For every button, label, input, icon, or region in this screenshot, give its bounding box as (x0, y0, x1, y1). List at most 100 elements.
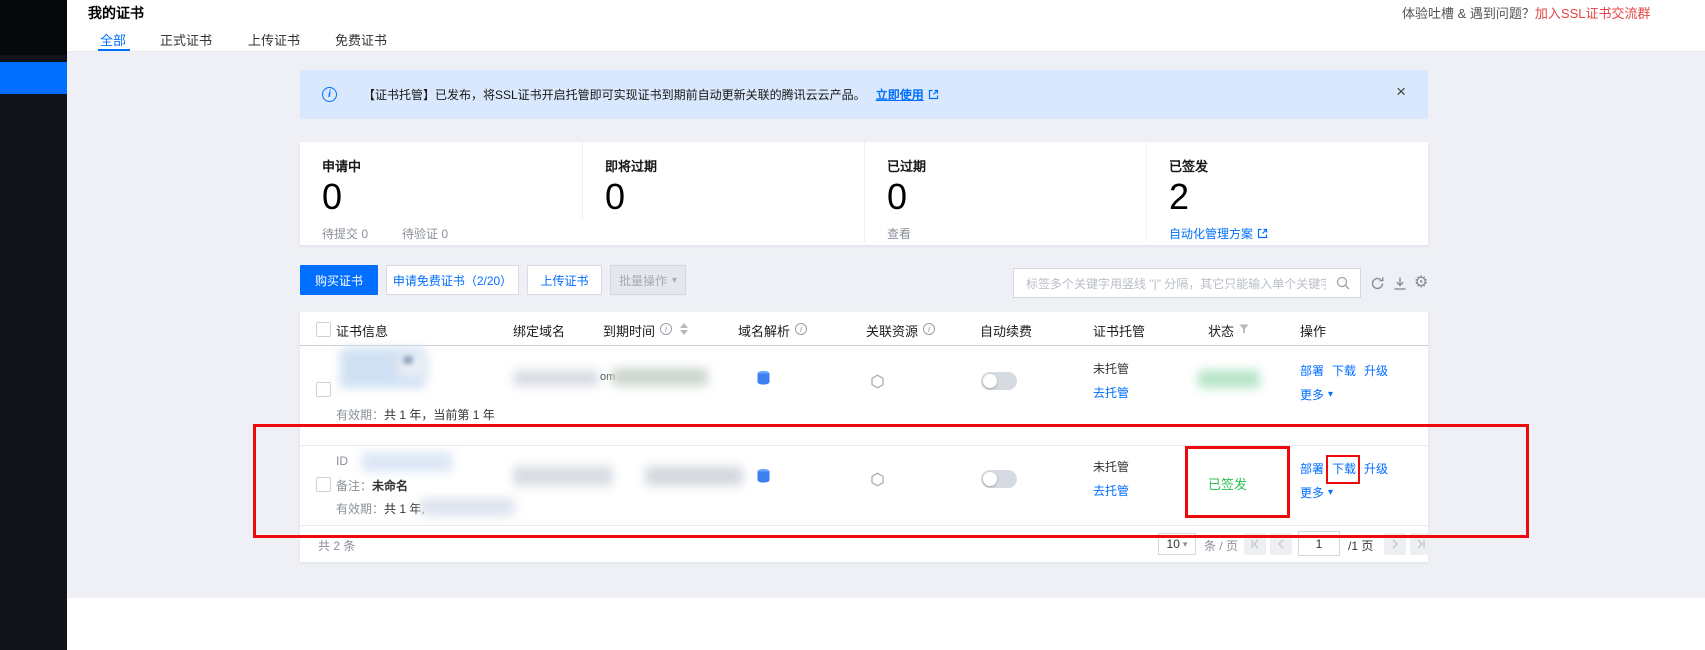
tab-all[interactable]: 全部 (100, 30, 126, 49)
hosting-action-link[interactable]: 去托管 (1093, 384, 1129, 401)
banner-text: 【证书托管】已发布，将SSL证书开启托管即可实现证书到期前自动更新关联的腾讯云云… (363, 86, 866, 103)
upload-cert-button[interactable]: 上传证书 (527, 265, 602, 295)
caret-down-icon: ▾ (672, 275, 677, 286)
stat-value: 2 (1169, 175, 1428, 219)
stat-label: 即将过期 (605, 156, 864, 175)
row-actions: 部署 下载 升级 (1300, 460, 1388, 477)
deploy-link[interactable]: 部署 (1300, 460, 1324, 477)
download-link[interactable]: 下载 (1332, 362, 1356, 379)
page-title: 我的证书 (88, 3, 144, 23)
status-issued: 已签发 (1208, 474, 1247, 493)
cert-table-row-1: 有效期： 共 1 年，当前第 1 年 om 未托管 去托管 部署 下载 升级 (300, 346, 1428, 446)
id-label: ID (336, 454, 348, 468)
buy-cert-button[interactable]: 购买证书 (300, 265, 378, 295)
ssl-console-screen: 我的证书 体验吐槽 & 遇到问题？ 加入SSL证书交流群 全部 正式证书 上传证… (0, 0, 1705, 650)
col-header-actions: 操作 (1300, 321, 1326, 340)
hosting-action-link[interactable]: 去托管 (1093, 482, 1129, 499)
select-all-checkbox[interactable] (316, 322, 331, 337)
hosting-banner: i 【证书托管】已发布，将SSL证书开启托管即可实现证书到期前自动更新关联的腾讯… (300, 70, 1428, 119)
hosting-status: 未托管 (1093, 458, 1129, 475)
more-menu[interactable]: 更多 ▾ (1300, 484, 1333, 501)
upgrade-link[interactable]: 升级 (1364, 460, 1388, 477)
stat-view-link[interactable]: 查看 (887, 225, 911, 242)
stat-expired: 已过期 0 查看 (864, 142, 1146, 242)
col-header-domain: 绑定域名 (513, 321, 565, 340)
gear-icon[interactable]: ⚙ (1414, 272, 1428, 291)
feedback-text: 体验吐槽 & 遇到问题？ (1402, 3, 1535, 22)
batch-actions-button[interactable]: 批量操作 ▾ (610, 265, 686, 295)
caret-down-icon: ▾ (1328, 487, 1333, 498)
page-size-select[interactable]: 10 ▾ (1158, 533, 1196, 555)
redacted-validity (420, 498, 515, 516)
tab-formal-certs[interactable]: 正式证书 (160, 30, 212, 49)
info-circle-icon[interactable]: i (660, 323, 672, 335)
first-page-button[interactable] (1244, 533, 1266, 555)
sidebar (0, 0, 67, 650)
cert-table: 证书信息 绑定域名 到期时间 i 域名解析 i 关联资源 i 自动续费 证书托管… (300, 312, 1428, 562)
banner-close-icon[interactable]: × (1396, 83, 1406, 100)
col-header-hosting: 证书托管 (1093, 321, 1145, 340)
tab-free-certs[interactable]: 免费证书 (335, 30, 387, 49)
sidebar-top-strip (0, 0, 67, 55)
feedback-join-link[interactable]: 加入SSL证书交流群 (1535, 3, 1651, 22)
sidebar-item-active[interactable] (0, 62, 67, 94)
validity-line: 有效期： 共 1 年, (336, 500, 425, 517)
info-circle-icon[interactable]: i (795, 323, 807, 335)
per-page-label: 条 / 页 (1204, 537, 1238, 554)
stat-value: 0 (322, 175, 582, 219)
search-input[interactable] (1024, 272, 1328, 296)
auto-renew-toggle[interactable] (981, 470, 1017, 488)
apply-free-cert-button[interactable]: 申请免费证书（2/20） (386, 265, 519, 295)
col-header-dns: 域名解析 (738, 321, 790, 340)
more-menu[interactable]: 更多 ▾ (1300, 386, 1333, 403)
banner-use-now-link[interactable]: 立即使用 (876, 86, 924, 103)
table-header-row: 证书信息 绑定域名 到期时间 i 域名解析 i 关联资源 i 自动续费 证书托管… (300, 312, 1428, 346)
caret-down-icon: ▾ (1183, 539, 1188, 550)
stat-label: 已签发 (1169, 156, 1428, 175)
redacted-status (1198, 370, 1260, 388)
download-icon[interactable] (1393, 276, 1407, 291)
automation-plan-link[interactable]: 自动化管理方案 (1169, 225, 1253, 242)
dns-resolve-icon[interactable] (756, 468, 771, 484)
search-box (1013, 268, 1361, 298)
prev-page-button[interactable] (1270, 533, 1292, 555)
row-checkbox[interactable] (316, 477, 331, 492)
info-circle-icon[interactable]: i (923, 323, 935, 335)
stat-value: 0 (605, 175, 864, 219)
stat-value: 0 (887, 175, 1146, 219)
auto-renew-toggle[interactable] (981, 372, 1017, 390)
filter-icon[interactable] (1238, 323, 1250, 335)
note-line: 备注： 未命名 (336, 477, 408, 494)
refresh-icon[interactable] (1370, 276, 1385, 291)
page-number-input[interactable] (1298, 531, 1340, 556)
col-header-expiry: 到期时间 (603, 321, 655, 340)
cert-table-row-2: ID 备注： 未命名 有效期： 共 1 年, 未托管 去托管 (300, 446, 1428, 526)
download-link[interactable]: 下载 (1332, 460, 1356, 477)
last-page-button[interactable] (1410, 533, 1432, 555)
deploy-link[interactable]: 部署 (1300, 362, 1324, 379)
sort-icon[interactable] (680, 323, 688, 335)
table-footer: 共 2 条 10 ▾ 条 / 页 /1 页 (300, 526, 1428, 562)
redacted-cert-mark (403, 356, 413, 364)
redacted-domain (513, 370, 599, 386)
search-icon[interactable] (1336, 276, 1350, 290)
external-link-icon (1257, 228, 1268, 239)
linked-resource-icon[interactable] (870, 472, 885, 487)
feedback-area: 体验吐槽 & 遇到问题？ 加入SSL证书交流群 (1402, 3, 1650, 22)
caret-down-icon: ▾ (1328, 389, 1333, 400)
dns-resolve-icon[interactable] (756, 370, 771, 386)
tab-uploaded-certs[interactable]: 上传证书 (248, 30, 300, 49)
stat-applying: 申请中 0 待提交 0 待验证 0 (300, 142, 582, 242)
col-header-resources: 关联资源 (866, 321, 918, 340)
page-total-label: /1 页 (1348, 537, 1373, 554)
linked-resource-icon[interactable] (870, 374, 885, 389)
upgrade-link[interactable]: 升级 (1364, 362, 1388, 379)
stat-label: 申请中 (322, 156, 582, 175)
col-header-status: 状态 (1208, 321, 1234, 340)
row-checkbox[interactable] (316, 382, 331, 397)
next-page-icon (1390, 539, 1400, 549)
info-icon: i (322, 87, 337, 102)
next-page-button[interactable] (1384, 533, 1406, 555)
redacted-cert-id (362, 452, 452, 472)
external-link-icon (928, 89, 939, 100)
